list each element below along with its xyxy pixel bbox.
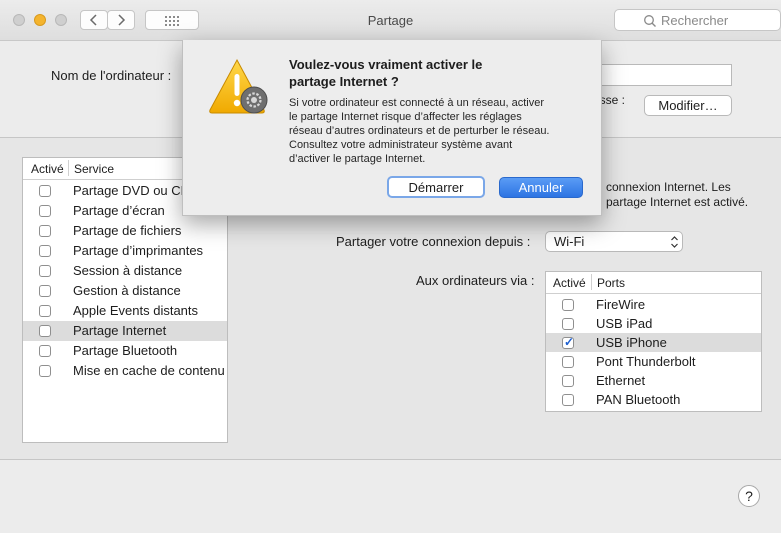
- help-button[interactable]: ?: [738, 485, 760, 507]
- service-label: Apple Events distants: [73, 303, 199, 318]
- port-checkbox[interactable]: [562, 318, 574, 330]
- list-row[interactable]: Pont Thunderbolt: [546, 352, 761, 371]
- dialog-title: Voulez-vous vraiment activer le partage …: [289, 56, 482, 90]
- list-row[interactable]: PAN Bluetooth: [546, 390, 761, 409]
- ports-table: Activé Ports FireWire USB iPad USB iPhone P…: [545, 271, 762, 412]
- list-row[interactable]: Ethernet: [546, 371, 761, 390]
- port-checkbox[interactable]: [562, 299, 574, 311]
- port-checkbox[interactable]: [562, 394, 574, 406]
- search-icon: [644, 15, 656, 27]
- port-label: USB iPhone: [596, 335, 667, 350]
- list-row[interactable]: USB iPad: [546, 314, 761, 333]
- port-label: FireWire: [596, 297, 646, 312]
- up-down-arrows-icon: [671, 236, 678, 248]
- service-checkbox[interactable]: [39, 305, 51, 317]
- preferences-badge-icon: [240, 86, 268, 114]
- service-checkbox[interactable]: [39, 365, 51, 377]
- service-label: Partage Bluetooth: [73, 343, 178, 358]
- dialog-message-line: le partage Internet risque d’affecter le…: [289, 111, 522, 123]
- warning-icon: [209, 58, 268, 114]
- start-button[interactable]: Démarrer: [387, 176, 485, 198]
- list-row[interactable]: Partage Internet: [23, 321, 227, 341]
- service-checkbox[interactable]: [39, 345, 51, 357]
- service-label: Partage d’imprimantes: [73, 243, 204, 258]
- title-bar: Partage Rechercher: [0, 0, 781, 41]
- dialog-message-line: Consultez votre administrateur système a…: [289, 139, 513, 151]
- port-label: Ethernet: [596, 373, 646, 388]
- modify-button[interactable]: Modifier…: [644, 95, 732, 116]
- port-checkbox[interactable]: [562, 375, 574, 387]
- list-row[interactable]: Partage de fichiers: [23, 221, 227, 241]
- ports-list: FireWire USB iPad USB iPhone Pont Thunderbo…: [546, 294, 761, 409]
- service-label: Partage Internet: [73, 323, 167, 338]
- service-label: Partage de fichiers: [73, 223, 182, 238]
- active-column-header[interactable]: Activé: [553, 276, 586, 290]
- list-row[interactable]: Apple Events distants: [23, 301, 227, 321]
- service-checkbox[interactable]: [39, 245, 51, 257]
- service-label: Gestion à distance: [73, 283, 181, 298]
- service-label: Partage d’écran: [73, 203, 165, 218]
- port-checkbox[interactable]: [562, 356, 574, 368]
- service-label: Mise en cache de contenu: [73, 363, 225, 378]
- dialog-title-line-2: partage Internet ?: [289, 74, 399, 89]
- ports-table-header: Activé Ports: [546, 272, 761, 294]
- search-field[interactable]: Rechercher: [614, 9, 781, 31]
- port-checkbox[interactable]: [562, 335, 574, 349]
- description-line-1: connexion Internet. Les: [606, 180, 731, 194]
- service-checkbox[interactable]: [39, 205, 51, 217]
- list-row[interactable]: Session à distance: [23, 261, 227, 281]
- list-row[interactable]: USB iPhone: [546, 333, 761, 352]
- service-checkbox[interactable]: [39, 325, 51, 337]
- computers-via-label: Aux ordinateurs via :: [416, 273, 535, 288]
- service-label: Session à distance: [73, 263, 183, 278]
- confirm-dialog: Voulez-vous vraiment activer le partage …: [182, 40, 602, 216]
- list-row[interactable]: Partage d’imprimantes: [23, 241, 227, 261]
- service-checkbox[interactable]: [39, 185, 51, 197]
- ports-column-header[interactable]: Ports: [597, 276, 625, 290]
- service-column-header[interactable]: Service: [74, 162, 114, 176]
- dialog-message-line: Si votre ordinateur est connecté à un ré…: [289, 97, 544, 109]
- computer-name-field[interactable]: [596, 64, 732, 86]
- dialog-message-line: d’activer le partage Internet.: [289, 153, 426, 165]
- service-checkbox[interactable]: [39, 265, 51, 277]
- computer-name-label: Nom de l'ordinateur :: [51, 68, 172, 83]
- list-row[interactable]: Partage Bluetooth: [23, 341, 227, 361]
- dialog-title-line-1: Voulez-vous vraiment activer le: [289, 57, 483, 72]
- share-from-value: Wi-Fi: [554, 234, 585, 249]
- service-checkbox[interactable]: [39, 285, 51, 297]
- dialog-message: Si votre ordinateur est connecté à un ré…: [289, 96, 550, 166]
- dialog-message-line: réseau d’autres ordinateurs et de pertur…: [289, 125, 550, 137]
- search-placeholder: Rechercher: [661, 13, 729, 28]
- share-from-popup[interactable]: Wi-Fi: [545, 231, 683, 252]
- column-divider: [68, 160, 69, 176]
- list-row[interactable]: FireWire: [546, 295, 761, 314]
- share-from-label: Partager votre connexion depuis :: [336, 234, 531, 249]
- port-label: Pont Thunderbolt: [596, 354, 696, 369]
- active-column-header[interactable]: Activé: [31, 162, 64, 176]
- cancel-button[interactable]: Annuler: [499, 177, 583, 198]
- service-label: Partage DVD ou CD: [73, 183, 191, 198]
- port-label: PAN Bluetooth: [596, 392, 681, 407]
- list-row[interactable]: Mise en cache de contenu: [23, 361, 227, 381]
- list-row[interactable]: Gestion à distance: [23, 281, 227, 301]
- port-label: USB iPad: [596, 316, 653, 331]
- column-divider: [591, 274, 592, 290]
- description-line-2: partage Internet est activé.: [606, 195, 749, 209]
- service-checkbox[interactable]: [39, 225, 51, 237]
